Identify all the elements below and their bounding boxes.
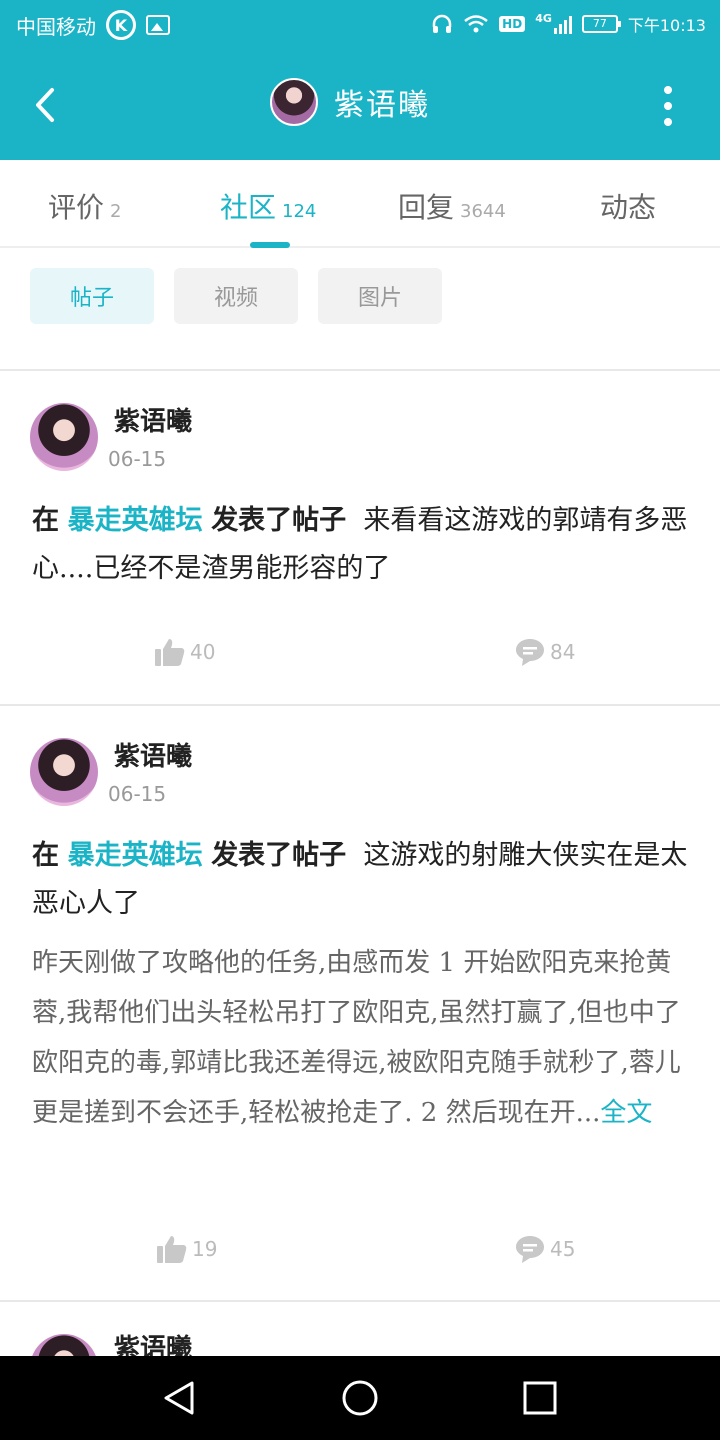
post-excerpt[interactable]: 昨天刚做了攻略他的任务,由感而发 1 开始欧阳克来抢黄蓉,我帮他们出头轻松吊打了… xyxy=(32,938,688,1138)
tab-count: 3644 xyxy=(460,201,506,222)
post-date: 06-15 xyxy=(108,447,167,471)
headset-icon xyxy=(432,14,452,33)
avatar[interactable] xyxy=(30,403,98,471)
hd-badge: HD xyxy=(499,16,526,32)
nav-back-button[interactable] xyxy=(160,1378,200,1418)
chevron-left-icon xyxy=(36,88,54,122)
square-recents-icon xyxy=(523,1381,557,1415)
comment-button[interactable]: 45 xyxy=(514,1234,575,1264)
k-badge-icon: K xyxy=(106,10,136,40)
avatar[interactable] xyxy=(30,738,98,806)
image-notification-icon xyxy=(146,15,170,35)
tab-bar: 评价 2 社区 124 回复 3644 动态 xyxy=(0,160,720,248)
system-navigation-bar xyxy=(0,1356,720,1440)
nav-home-button[interactable] xyxy=(340,1378,380,1418)
carrier-label: 中国移动 xyxy=(16,14,96,39)
tab-activity[interactable]: 动态 xyxy=(600,186,656,226)
more-options-button[interactable] xyxy=(664,86,674,126)
like-button[interactable]: 19 xyxy=(156,1234,217,1264)
post-author[interactable]: 紫语曦 xyxy=(114,736,192,773)
app-bar: 紫语曦 xyxy=(0,50,720,160)
tab-label: 社区 xyxy=(220,191,277,224)
full-text-link[interactable]: 全文 xyxy=(600,1098,652,1128)
more-vertical-icon xyxy=(664,86,672,94)
triangle-back-icon xyxy=(164,1381,194,1415)
like-count: 19 xyxy=(192,1237,218,1261)
post-date: 06-15 xyxy=(108,782,167,806)
tab-label: 评价 xyxy=(48,191,105,224)
clock: 下午10:13 xyxy=(627,16,706,35)
status-bar: 中国移动 K HD 4G 77 下午10:13 xyxy=(0,0,720,50)
post-card[interactable]: 紫语曦 xyxy=(0,1302,720,1356)
filter-videos[interactable]: 视频 xyxy=(174,268,298,324)
comment-icon xyxy=(516,639,544,666)
profile-title[interactable]: 紫语曦 xyxy=(270,78,430,126)
tab-reviews[interactable]: 评价 2 xyxy=(48,186,121,226)
excerpt-text: 昨天刚做了攻略他的任务,由感而发 1 开始欧阳克来抢黄蓉,我帮他们出头轻松吊打了… xyxy=(32,948,681,1128)
headline-prefix: 在 xyxy=(32,840,59,871)
forum-link[interactable]: 暴走英雄坛 xyxy=(68,505,203,536)
forum-link[interactable]: 暴走英雄坛 xyxy=(68,840,203,871)
circle-home-icon xyxy=(342,1380,378,1416)
avatar[interactable] xyxy=(30,1334,98,1356)
like-button[interactable]: 40 xyxy=(154,637,215,667)
nav-recents-button[interactable] xyxy=(520,1378,560,1418)
comment-button[interactable]: 84 xyxy=(514,637,575,667)
thumbs-up-icon xyxy=(155,639,185,666)
page-title: 紫语曦 xyxy=(334,88,430,123)
signal-icon xyxy=(553,14,572,34)
content-filter: 帖子 视频 图片 xyxy=(30,268,442,324)
post-headline[interactable]: 在 暴走英雄坛 发表了帖子 这游戏的射雕大侠实在是太恶心人了 xyxy=(32,832,688,928)
headline-prefix: 在 xyxy=(32,505,59,536)
network-type: 4G xyxy=(535,11,552,25)
wifi-icon xyxy=(464,15,488,33)
battery-icon: 77 xyxy=(581,15,621,33)
tab-replies[interactable]: 回复 3644 xyxy=(398,186,506,226)
comment-count: 84 xyxy=(550,640,576,664)
post-card[interactable]: 紫语曦 06-15 在 暴走英雄坛 发表了帖子 这游戏的射雕大侠实在是太恶心人了… xyxy=(0,706,720,1300)
post-card[interactable]: 紫语曦 06-15 在 暴走英雄坛 发表了帖子 来看看这游戏的郭靖有多恶心...… xyxy=(0,371,720,704)
post-author[interactable]: 紫语曦 xyxy=(114,401,192,438)
tab-count: 124 xyxy=(282,201,317,222)
tab-community[interactable]: 社区 124 xyxy=(220,186,316,226)
filter-images[interactable]: 图片 xyxy=(318,268,442,324)
avatar[interactable] xyxy=(270,78,318,126)
post-headline[interactable]: 在 暴走英雄坛 发表了帖子 来看看这游戏的郭靖有多恶心....已经不是渣男能形容… xyxy=(32,497,688,593)
like-count: 40 xyxy=(190,640,216,664)
tab-label: 回复 xyxy=(398,191,455,224)
headline-action: 发表了帖子 xyxy=(211,505,347,536)
comment-count: 45 xyxy=(550,1237,576,1261)
tab-label: 动态 xyxy=(600,191,657,224)
post-author[interactable]: 紫语曦 xyxy=(114,1328,192,1356)
back-button[interactable] xyxy=(28,80,68,130)
filter-posts[interactable]: 帖子 xyxy=(30,268,154,324)
tab-count: 2 xyxy=(110,201,122,222)
comment-icon xyxy=(516,1236,544,1263)
thumbs-up-icon xyxy=(157,1236,187,1263)
active-tab-indicator xyxy=(250,242,290,248)
headline-action: 发表了帖子 xyxy=(211,840,347,871)
